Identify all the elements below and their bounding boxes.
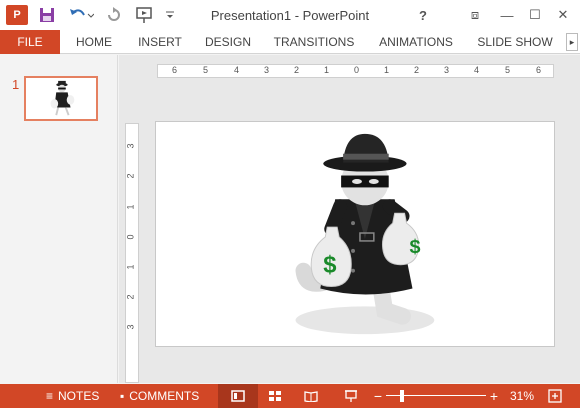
minimize-button[interactable]: — (496, 5, 518, 25)
thief-thumbnail-image (50, 80, 75, 116)
zoom-level[interactable]: 31% (510, 384, 534, 408)
normal-view-icon (231, 390, 245, 402)
slide-thumbnail[interactable] (24, 76, 98, 121)
reading-view-button[interactable] (300, 384, 322, 408)
zoom-slider-thumb[interactable] (400, 390, 404, 402)
ruler-label: 3 (264, 65, 270, 75)
ruler-label: 4 (234, 65, 240, 75)
close-button[interactable]: ✕ (552, 5, 574, 25)
notes-label: NOTES (58, 389, 100, 403)
ruler-label: 3 (444, 65, 450, 75)
horizontal-ruler: 6 5 4 3 2 1 0 1 2 3 4 5 6 (157, 64, 554, 78)
ruler-label: 0 (125, 234, 136, 240)
comment-icon: ▪ (120, 389, 125, 403)
tab-design[interactable]: DESIGN (198, 30, 258, 54)
zoom-slider[interactable] (386, 384, 486, 408)
tab-transitions[interactable]: TRANSITIONS (268, 30, 360, 54)
ribbon-tab-bar: FILE HOME INSERT DESIGN TRANSITIONS ANIM… (0, 30, 580, 54)
ruler-label: 2 (125, 173, 136, 179)
reading-view-icon (304, 391, 318, 402)
ruler-label: 0 (354, 65, 360, 75)
tab-file[interactable]: FILE (0, 30, 60, 54)
left-bag-dollar-sign: $ (323, 252, 336, 279)
ruler-label: 1 (125, 264, 136, 270)
ruler-label: 3 (125, 324, 136, 330)
slide-editing-area: 6 5 4 3 2 1 0 1 2 3 4 5 6 3 2 1 0 1 2 3 (119, 55, 580, 383)
ruler-label: 2 (125, 294, 136, 300)
ruler-label: 1 (384, 65, 390, 75)
right-bag-dollar-sign: $ (410, 236, 421, 258)
ruler-label: 6 (536, 65, 542, 75)
fit-slide-to-window-button[interactable] (546, 384, 564, 408)
notes-icon: ≡ (46, 389, 54, 403)
comments-label: COMMENTS (129, 389, 200, 403)
status-bar: ≡ NOTES ▪ COMMENTS − + 31% (0, 384, 580, 408)
title-bar: P Presentation1 - PowerPoint ? ⧈ — ☐ ✕ (0, 0, 580, 30)
tab-home[interactable]: HOME (66, 30, 122, 54)
ruler-label: 3 (125, 143, 136, 149)
powerpoint-window: P Presentation1 - PowerPoint ? ⧈ — ☐ ✕ F… (0, 0, 580, 408)
slide-sorter-button[interactable] (264, 384, 286, 408)
slide-number: 1 (12, 77, 20, 92)
ruler-label: 2 (294, 65, 300, 75)
ruler-label: 2 (414, 65, 420, 75)
tab-slide-show[interactable]: SLIDE SHOW (474, 30, 556, 54)
help-button[interactable]: ? (412, 5, 434, 25)
fit-to-window-icon (548, 389, 562, 403)
slide-show-icon (345, 390, 357, 402)
window-title: Presentation1 - PowerPoint (210, 8, 370, 23)
ruler-label: 4 (474, 65, 480, 75)
ribbon-display-options-button[interactable]: ⧈ (464, 5, 486, 25)
slide-canvas[interactable]: $ $ (155, 121, 555, 347)
comments-button[interactable]: ▪ COMMENTS (120, 384, 199, 408)
tab-insert[interactable]: INSERT (130, 30, 190, 54)
slide-sorter-icon (269, 391, 281, 401)
ruler-label: 6 (172, 65, 178, 75)
maximize-button[interactable]: ☐ (524, 5, 546, 25)
zoom-out-button[interactable]: − (372, 384, 384, 408)
ruler-label: 5 (505, 65, 511, 75)
tab-animations[interactable]: ANIMATIONS (370, 30, 462, 54)
vertical-ruler: 3 2 1 0 1 2 3 (125, 123, 139, 383)
slide-show-button[interactable] (340, 384, 362, 408)
tab-scroll-right-button[interactable]: ▸ (566, 33, 578, 51)
zoom-in-button[interactable]: + (488, 384, 500, 408)
normal-view-button[interactable] (218, 384, 258, 408)
thief-clipart-image[interactable]: $ $ (156, 122, 554, 346)
slide-thumbnail-pane: 1 (0, 55, 118, 383)
ruler-label: 1 (324, 65, 330, 75)
notes-button[interactable]: ≡ NOTES (46, 384, 99, 408)
ruler-label: 5 (203, 65, 209, 75)
ruler-label: 1 (125, 204, 136, 210)
